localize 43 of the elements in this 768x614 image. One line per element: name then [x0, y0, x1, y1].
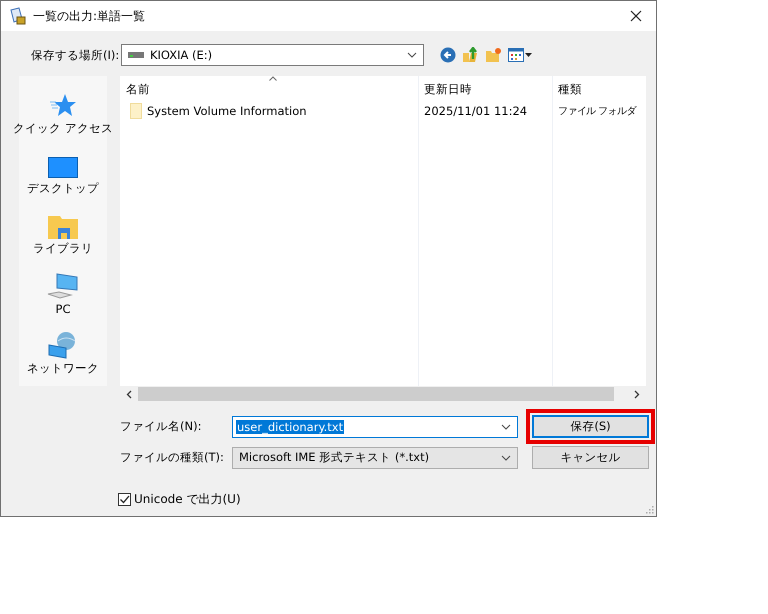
- place-item[interactable]: クイック アクセス: [13, 84, 113, 136]
- chevron-down-icon: [501, 454, 511, 460]
- folder-icon: [48, 215, 78, 239]
- scroll-right-icon[interactable]: [634, 390, 640, 398]
- file-type: ファイル フォルダ: [558, 105, 636, 118]
- column-header[interactable]: 更新日時: [418, 76, 552, 100]
- file-name[interactable]: System Volume Information: [147, 104, 307, 118]
- view-menu-icon[interactable]: [508, 48, 532, 62]
- checkbox-label[interactable]: Unicode で出力(U): [134, 491, 241, 508]
- place-item[interactable]: ネットワーク: [27, 324, 99, 376]
- back-icon[interactable]: [440, 47, 456, 63]
- drive-icon: [128, 51, 144, 59]
- modified-date: 2025/11/01 11:24: [424, 104, 528, 118]
- checkbox[interactable]: [118, 493, 131, 506]
- resize-grip-icon[interactable]: [646, 506, 654, 514]
- scroll-left-icon[interactable]: [126, 390, 132, 398]
- location-dropdown[interactable]: KIOXIA (E:): [121, 44, 424, 66]
- place-item[interactable]: PC: [47, 264, 79, 316]
- monitor-icon: [48, 157, 78, 179]
- sort-up-icon: [269, 76, 277, 81]
- network-icon: [48, 331, 78, 359]
- file-name-field[interactable]: user_dictionary.txt: [232, 416, 518, 438]
- cancel-button[interactable]: キャンセル: [532, 446, 649, 469]
- file-type-dropdown[interactable]: Microsoft IME 形式テキスト (*.txt): [232, 446, 518, 468]
- computer-icon: [47, 272, 79, 300]
- save-button[interactable]: 保存(S): [532, 415, 649, 438]
- notebook-icon: [9, 7, 27, 25]
- scroll-thumb[interactable]: [138, 387, 614, 401]
- close-icon[interactable]: [630, 10, 642, 22]
- chevron-down-icon: [501, 424, 511, 430]
- star-icon: [49, 93, 77, 119]
- column-header[interactable]: 種類: [552, 76, 646, 100]
- up-folder-icon[interactable]: [462, 47, 479, 63]
- file-name-label: ファイル名(N):: [120, 419, 202, 434]
- place-item[interactable]: デスクトップ: [27, 144, 99, 196]
- chevron-down-icon: [407, 52, 417, 58]
- location-label: 保存する場所(I):: [31, 48, 120, 62]
- place-item[interactable]: ライブラリ: [33, 204, 93, 256]
- new-folder-icon[interactable]: [485, 47, 502, 63]
- window-title: 一覧の出力:単語一覧: [33, 8, 146, 24]
- column-header[interactable]: 名前: [120, 76, 418, 100]
- folder-icon: [130, 103, 142, 119]
- file-type-label: ファイルの種類(T):: [120, 450, 225, 465]
